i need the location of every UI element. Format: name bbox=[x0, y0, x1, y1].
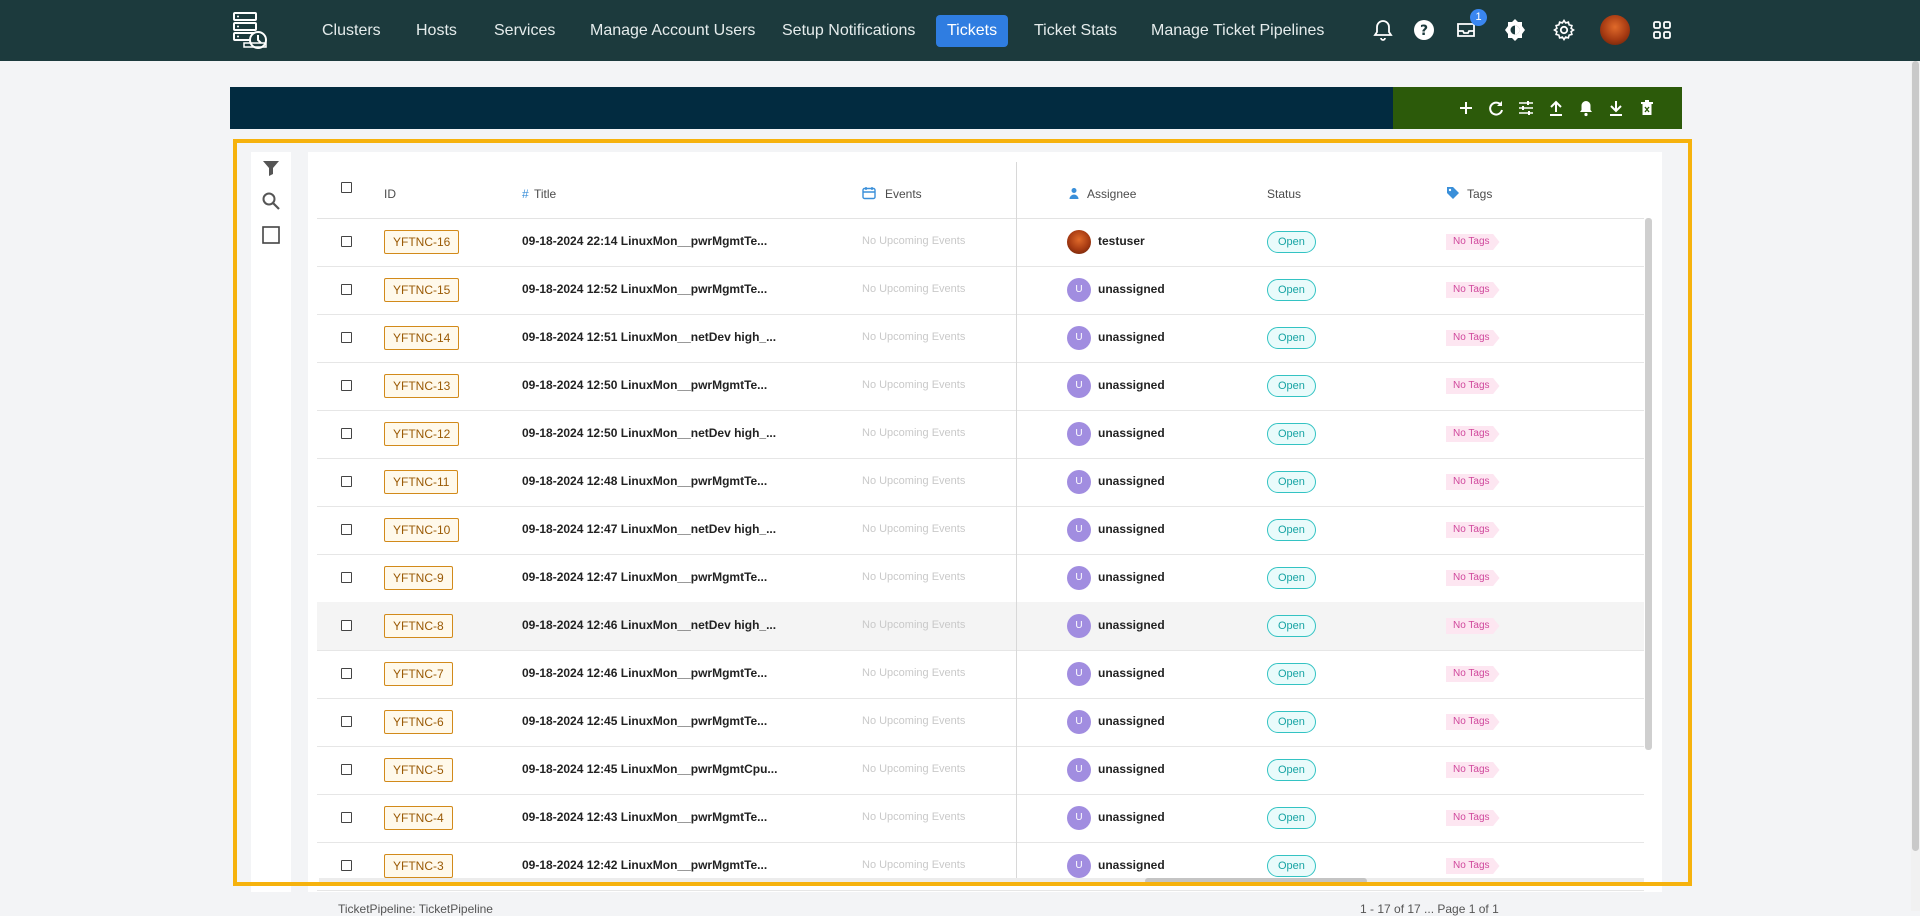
nav-services[interactable]: Services bbox=[483, 15, 566, 47]
pagination-info: 1 - 17 of 17 ... Page 1 of 1 bbox=[1360, 902, 1499, 916]
highlight-frame bbox=[233, 139, 1692, 886]
nav-hosts[interactable]: Hosts bbox=[405, 15, 468, 47]
svg-text:?: ? bbox=[1420, 23, 1428, 39]
download-icon[interactable] bbox=[1606, 98, 1626, 118]
plus-icon[interactable] bbox=[1456, 98, 1476, 118]
app-logo[interactable] bbox=[230, 10, 270, 50]
bell-icon[interactable] bbox=[1576, 98, 1596, 118]
avatar[interactable] bbox=[1600, 15, 1630, 45]
nav-manage-account-users[interactable]: Manage Account Users bbox=[579, 15, 766, 47]
refresh-icon[interactable] bbox=[1486, 98, 1506, 118]
upload-icon[interactable] bbox=[1546, 98, 1566, 118]
nav-ticket-stats[interactable]: Ticket Stats bbox=[1023, 15, 1128, 47]
inbox-count-badge: 1 bbox=[1470, 9, 1487, 26]
nav-clusters[interactable]: Clusters bbox=[311, 15, 392, 47]
apps-grid-icon[interactable] bbox=[1650, 18, 1674, 42]
theme-icon[interactable] bbox=[1503, 18, 1527, 42]
help-icon[interactable]: ? bbox=[1412, 18, 1436, 42]
bell-icon[interactable] bbox=[1371, 18, 1395, 42]
nav-setup-notifications[interactable]: Setup Notifications bbox=[771, 15, 926, 47]
delete-icon[interactable] bbox=[1637, 98, 1657, 118]
nav-manage-ticket-pipelines[interactable]: Manage Ticket Pipelines bbox=[1140, 15, 1335, 47]
gear-icon[interactable] bbox=[1552, 18, 1576, 42]
page-scrollbar[interactable] bbox=[1911, 61, 1920, 911]
pipeline-label: TicketPipeline: TicketPipeline bbox=[338, 902, 493, 916]
nav-tickets[interactable]: Tickets bbox=[936, 15, 1009, 47]
toolbar-header bbox=[230, 87, 1393, 129]
settings-sliders-icon[interactable] bbox=[1516, 98, 1536, 118]
